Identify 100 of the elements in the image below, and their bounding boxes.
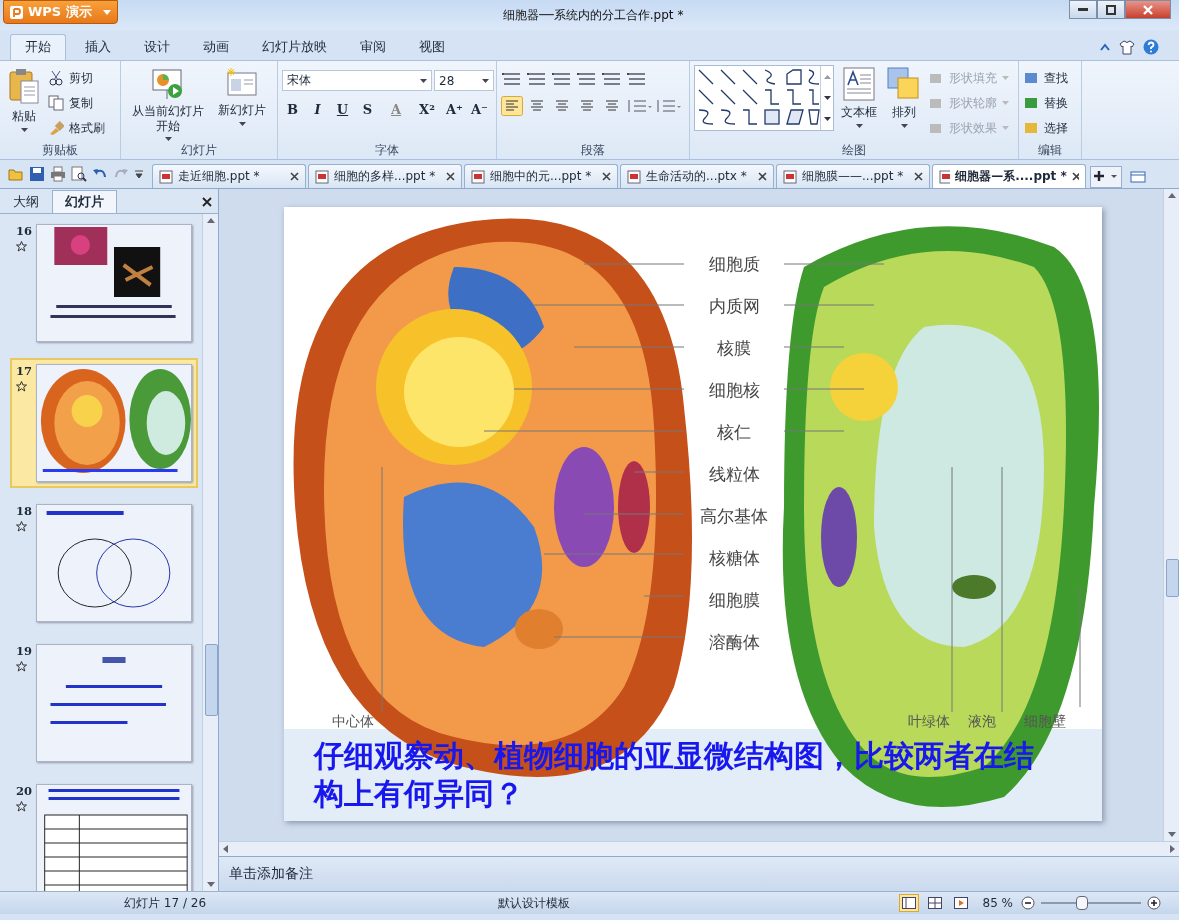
scrollbar[interactable] xyxy=(1163,189,1179,841)
zoom-out-icon[interactable] xyxy=(1021,896,1035,910)
close-icon[interactable] xyxy=(446,172,455,181)
document-tab[interactable]: 细胞的多样...ppt * xyxy=(308,164,462,188)
minimize-icon xyxy=(1078,8,1088,11)
copy-icon xyxy=(48,95,64,111)
editing-icon xyxy=(1023,96,1039,110)
shape-gallery[interactable] xyxy=(694,65,834,131)
help-icon[interactable] xyxy=(1143,39,1159,55)
new-slide-icon xyxy=(225,67,259,99)
slide-thumbnail[interactable]: 16 xyxy=(10,218,198,348)
ribbon-tab[interactable]: 幻灯片放映 xyxy=(248,34,341,60)
paragraph-format-icon[interactable] xyxy=(526,70,548,88)
star-icon xyxy=(16,661,27,672)
close-icon[interactable] xyxy=(290,172,299,181)
scroll-up-icon[interactable] xyxy=(823,74,831,79)
slide-thumbnail[interactable]: 18 xyxy=(10,498,198,628)
editing-button[interactable]: 查找 xyxy=(1023,67,1068,89)
ribbon-tab[interactable]: 设计 xyxy=(130,34,184,60)
paragraph-format-icon[interactable] xyxy=(626,70,648,88)
presentation-file-icon xyxy=(783,169,797,184)
text-box-button[interactable]: 文本框 xyxy=(838,65,880,130)
text-box-icon xyxy=(843,67,875,101)
notes-field[interactable]: 单击添加备注 xyxy=(219,856,1179,891)
editing-icon xyxy=(1023,121,1039,135)
scroll-up-icon[interactable] xyxy=(206,218,215,223)
font-format-button[interactable]: B xyxy=(282,99,303,119)
print-icon[interactable] xyxy=(50,166,66,182)
clipboard-button[interactable]: 剪切 xyxy=(48,67,105,89)
document-tab[interactable]: 细胞膜——...ppt * xyxy=(776,164,930,188)
scroll-up-icon[interactable] xyxy=(1167,193,1176,198)
font-format-button[interactable]: U xyxy=(332,99,353,119)
save-icon[interactable] xyxy=(29,166,45,182)
close-icon[interactable] xyxy=(202,197,212,207)
scrollbar[interactable] xyxy=(202,214,218,891)
ribbon-tab[interactable]: 视图 xyxy=(405,34,459,60)
maximize-button[interactable] xyxy=(1097,0,1125,19)
scroll-thumb[interactable] xyxy=(205,644,218,716)
slide-number: 17 xyxy=(16,364,32,378)
font-name-field[interactable]: 宋体 xyxy=(282,70,432,91)
slider-thumb[interactable] xyxy=(1076,896,1088,910)
close-icon[interactable] xyxy=(914,172,923,181)
paste-button[interactable]: 粘贴 xyxy=(4,65,44,134)
ribbon-tab[interactable]: 动画 xyxy=(189,34,243,60)
scroll-thumb[interactable] xyxy=(1166,559,1179,597)
font-size-field[interactable]: 28 xyxy=(434,70,494,91)
font-format-button[interactable]: X² xyxy=(414,99,440,119)
document-tab[interactable]: 走近细胞.ppt * xyxy=(152,164,306,188)
ribbon-tab[interactable]: 插入 xyxy=(71,34,125,60)
new-tab-button[interactable] xyxy=(1090,166,1122,188)
document-tab[interactable]: 生命活动的...ptx * xyxy=(620,164,774,188)
scrollbar[interactable] xyxy=(219,841,1179,856)
font-format-button[interactable]: I xyxy=(307,99,328,119)
shirt-icon[interactable] xyxy=(1119,39,1135,55)
close-button[interactable] xyxy=(1125,0,1171,19)
slide-thumbnail[interactable]: 20 xyxy=(10,778,198,891)
zoom-level: 85 % xyxy=(981,896,1014,910)
presentation-file-icon xyxy=(471,169,485,184)
minimize-button[interactable] xyxy=(1069,0,1097,19)
start-slideshow-button[interactable]: 从当前幻灯片开始 xyxy=(125,65,211,143)
paragraph-format-icon[interactable] xyxy=(501,70,523,88)
clipboard-button[interactable]: 格式刷 xyxy=(48,117,105,139)
caret-icon xyxy=(1002,126,1009,130)
font-format-button[interactable]: A⁺ xyxy=(444,99,465,119)
align-left-icon[interactable] xyxy=(501,96,523,116)
close-icon[interactable] xyxy=(1071,172,1079,181)
arrange-button[interactable]: 排列 xyxy=(884,65,924,130)
document-tab[interactable]: 细胞器—系....ppt * xyxy=(932,164,1086,188)
ribbon-tab[interactable]: 审阅 xyxy=(346,34,400,60)
paragraph-format-icon[interactable] xyxy=(601,70,623,88)
font-format-button[interactable]: A⁻ xyxy=(469,99,490,119)
scroll-left-icon[interactable] xyxy=(223,845,228,853)
editing-button[interactable]: 选择 xyxy=(1023,117,1068,139)
close-icon[interactable] xyxy=(602,172,611,181)
pane-tab[interactable]: 大纲 xyxy=(0,190,52,213)
pane-tab[interactable]: 幻灯片 xyxy=(52,190,117,213)
tab-list-icon[interactable] xyxy=(1130,170,1146,184)
paragraph-format-icon[interactable] xyxy=(576,70,598,88)
slide-thumbnail[interactable]: 17 xyxy=(10,358,198,488)
slide-number: 16 xyxy=(16,224,32,238)
document-tab[interactable]: 细胞中的元...ppt * xyxy=(464,164,618,188)
font-format-button[interactable]: S xyxy=(357,99,378,119)
star-icon xyxy=(16,241,27,252)
star-icon xyxy=(16,801,27,812)
diagram-label: 内质网 xyxy=(707,295,761,318)
slide-thumbnail[interactable]: 19 xyxy=(10,638,198,768)
view-button[interactable] xyxy=(898,894,919,912)
new-slide-button[interactable]: 新幻灯片 xyxy=(215,65,269,128)
close-icon[interactable] xyxy=(758,172,767,181)
zoom-in-icon[interactable] xyxy=(1147,896,1161,910)
paragraph-format-icon[interactable] xyxy=(551,70,573,88)
caret-icon xyxy=(855,124,863,128)
scroll-down-icon[interactable] xyxy=(823,96,831,100)
ribbon-tab[interactable]: 开始 xyxy=(10,34,66,60)
clipboard-button[interactable]: 复制 xyxy=(48,92,105,114)
print-preview-icon[interactable] xyxy=(71,166,87,182)
scroll-right-icon[interactable] xyxy=(1170,845,1175,853)
editing-button[interactable]: 替换 xyxy=(1023,92,1068,114)
collapse-icon[interactable] xyxy=(1099,42,1111,52)
expand-icon[interactable] xyxy=(823,117,831,122)
